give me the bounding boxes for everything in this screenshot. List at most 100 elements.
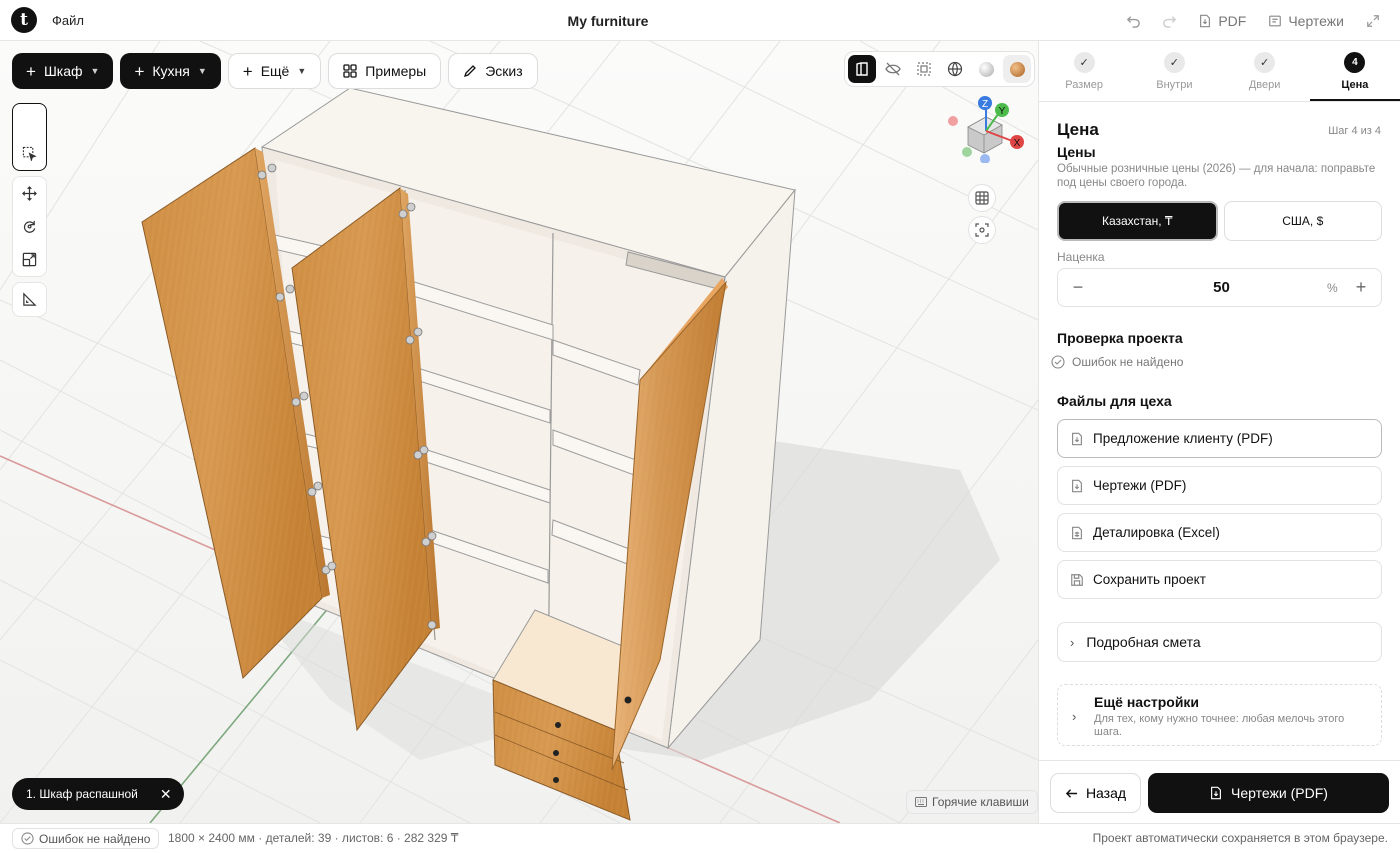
grid-toggle-icon[interactable] (968, 184, 996, 212)
offer-pdf-button[interactable]: Предложение клиенту (PDF) (1057, 419, 1382, 458)
chevron-down-icon: ▼ (297, 66, 307, 76)
check-icon: ✓ (1073, 52, 1095, 73)
step-label: Размер (1065, 79, 1104, 91)
examples-button[interactable]: Примеры (328, 53, 442, 89)
redo-icon[interactable] (1154, 6, 1184, 36)
more-settings[interactable]: › Ещё настройки Для тех, кому нужно точн… (1057, 684, 1382, 746)
status-errors-label: Ошибок не найдено (39, 831, 151, 846)
create-toolbar: + Шкаф ▼ + Кухня ▼ + Ещё ▼ Примеры Эскиз (12, 53, 538, 89)
step-label: Внутри (1156, 79, 1193, 91)
save-project-label: Сохранить проект (1093, 572, 1206, 587)
currency-selector: Казахстан, ₸ США, $ (1057, 201, 1382, 241)
plus-icon: + (242, 61, 253, 81)
globe-icon[interactable] (941, 55, 969, 83)
cabinet-chip-label: 1. Шкаф распашной (26, 787, 138, 801)
check-status: Ошибок не найдено (1051, 355, 1183, 369)
top-bar: t Файл My furniture PDF Чертежи (0, 0, 1400, 41)
step-label: Двери (1248, 79, 1281, 91)
axis-y-label: Y (999, 106, 1006, 117)
add-more-button[interactable]: + Ещё ▼ (227, 53, 322, 89)
save-icon (1071, 573, 1083, 586)
drawings-pdf-button[interactable]: Чертежи (PDF) (1057, 466, 1382, 505)
hide-doors-icon[interactable] (879, 55, 907, 83)
save-project-button[interactable]: Сохранить проект (1057, 560, 1382, 599)
drawings-pdf-primary-button[interactable]: Чертежи (PDF) (1148, 773, 1389, 813)
3d-viewport[interactable]: + Шкаф ▼ + Кухня ▼ + Ещё ▼ Примеры Эскиз (0, 41, 1038, 823)
view-toolbar (844, 51, 1035, 87)
move-icon[interactable] (13, 177, 46, 210)
detailed-estimate[interactable]: › Подробная смета (1057, 622, 1382, 662)
topbar-actions: PDF Чертежи (1118, 0, 1388, 41)
markup-value[interactable]: 50 (1098, 279, 1327, 296)
details-excel-button[interactable]: Деталировка (Excel) (1057, 513, 1382, 552)
add-kitchen-label: Кухня (152, 63, 190, 79)
rotate-icon[interactable] (13, 210, 46, 243)
drawings-button[interactable]: Чертежи (1260, 6, 1352, 36)
more-settings-title: Ещё настройки (1094, 694, 1200, 710)
markup-stepper: − 50 % + (1057, 268, 1382, 307)
pointer-icon[interactable] (13, 104, 46, 137)
check-circle-icon (21, 832, 34, 845)
status-bar: Ошибок не найдено 1800 × 2400 мм · детал… (0, 823, 1400, 853)
arrow-left-icon (1065, 788, 1078, 798)
tab-size[interactable]: ✓ Размер (1039, 41, 1129, 101)
material-wood-icon[interactable] (1003, 55, 1031, 83)
select-frame-icon[interactable] (910, 55, 938, 83)
project-summary: 1800 × 2400 мм · деталей: 39 · листов: 6… (168, 831, 459, 845)
decrease-button[interactable]: − (1058, 277, 1098, 298)
increase-button[interactable]: + (1341, 277, 1381, 298)
front-view-icon[interactable] (848, 55, 876, 83)
focus-icon[interactable] (968, 216, 996, 244)
markup-unit: % (1327, 280, 1338, 295)
sketch-button[interactable]: Эскиз (448, 53, 538, 89)
tab-doors[interactable]: ✓ Двери (1220, 41, 1310, 101)
price-panel: ✓ Размер ✓ Внутри ✓ Двери 4 Цена Цена Ша… (1038, 41, 1400, 823)
chevron-down-icon: ▼ (197, 66, 207, 76)
axis-x-label: X (1014, 138, 1021, 149)
cabinet-chip[interactable]: 1. Шкаф распашной ✕ (12, 778, 184, 810)
document-title: My furniture (567, 13, 649, 29)
offer-pdf-label: Предложение клиенту (PDF) (1093, 431, 1273, 446)
currency-us-button[interactable]: США, $ (1223, 201, 1382, 241)
material-white-icon[interactable] (972, 55, 1000, 83)
add-kitchen-button[interactable]: + Кухня ▼ (120, 53, 221, 89)
panel-footer: Назад Чертежи (PDF) (1039, 760, 1400, 823)
check-result: Ошибок не найдено (1072, 355, 1184, 369)
fullscreen-icon[interactable] (1358, 6, 1388, 36)
wardrobe-scene[interactable] (0, 41, 1038, 823)
status-errors[interactable]: Ошибок не найдено (12, 828, 160, 849)
hotkeys-button[interactable]: Горячие клавиши (906, 790, 1038, 814)
ruler-icon[interactable] (13, 283, 46, 316)
chevron-down-icon: ▼ (90, 66, 100, 76)
details-excel-label: Деталировка (Excel) (1093, 525, 1220, 540)
undo-icon[interactable] (1118, 6, 1148, 36)
tab-inside[interactable]: ✓ Внутри (1129, 41, 1219, 101)
plus-icon: + (134, 61, 145, 81)
files-heading: Файлы для цеха (1057, 393, 1172, 409)
pdf-button[interactable]: PDF (1190, 6, 1254, 36)
file-download-icon (1211, 786, 1221, 800)
drawings-label: Чертежи (1288, 12, 1344, 29)
transform-tools (12, 176, 47, 277)
markup-label: Наценка (1057, 250, 1105, 264)
back-button[interactable]: Назад (1050, 773, 1141, 813)
add-more-label: Ещё (260, 63, 290, 79)
add-wardrobe-label: Шкаф (43, 63, 83, 79)
check-icon: ✓ (1254, 52, 1276, 73)
close-icon[interactable]: ✕ (160, 786, 172, 803)
currency-kz-button[interactable]: Казахстан, ₸ (1057, 201, 1218, 241)
axis-z-label: Z (982, 99, 988, 110)
scale-icon[interactable] (13, 243, 46, 276)
step-number: 4 (1344, 52, 1366, 73)
wizard-steps: ✓ Размер ✓ Внутри ✓ Двери 4 Цена (1039, 41, 1400, 102)
pencil-icon (464, 65, 477, 78)
check-circle-icon (1051, 355, 1065, 369)
axis-gizmo[interactable]: Z Y X (942, 93, 1032, 163)
check-heading: Проверка проекта (1057, 330, 1183, 346)
prices-heading: Цены (1057, 144, 1096, 160)
tab-price[interactable]: 4 Цена (1309, 41, 1400, 101)
add-wardrobe-button[interactable]: + Шкаф ▼ (12, 53, 114, 89)
plus-icon: + (26, 61, 36, 81)
box-select-icon[interactable] (13, 137, 46, 170)
file-download-icon (1072, 432, 1082, 445)
